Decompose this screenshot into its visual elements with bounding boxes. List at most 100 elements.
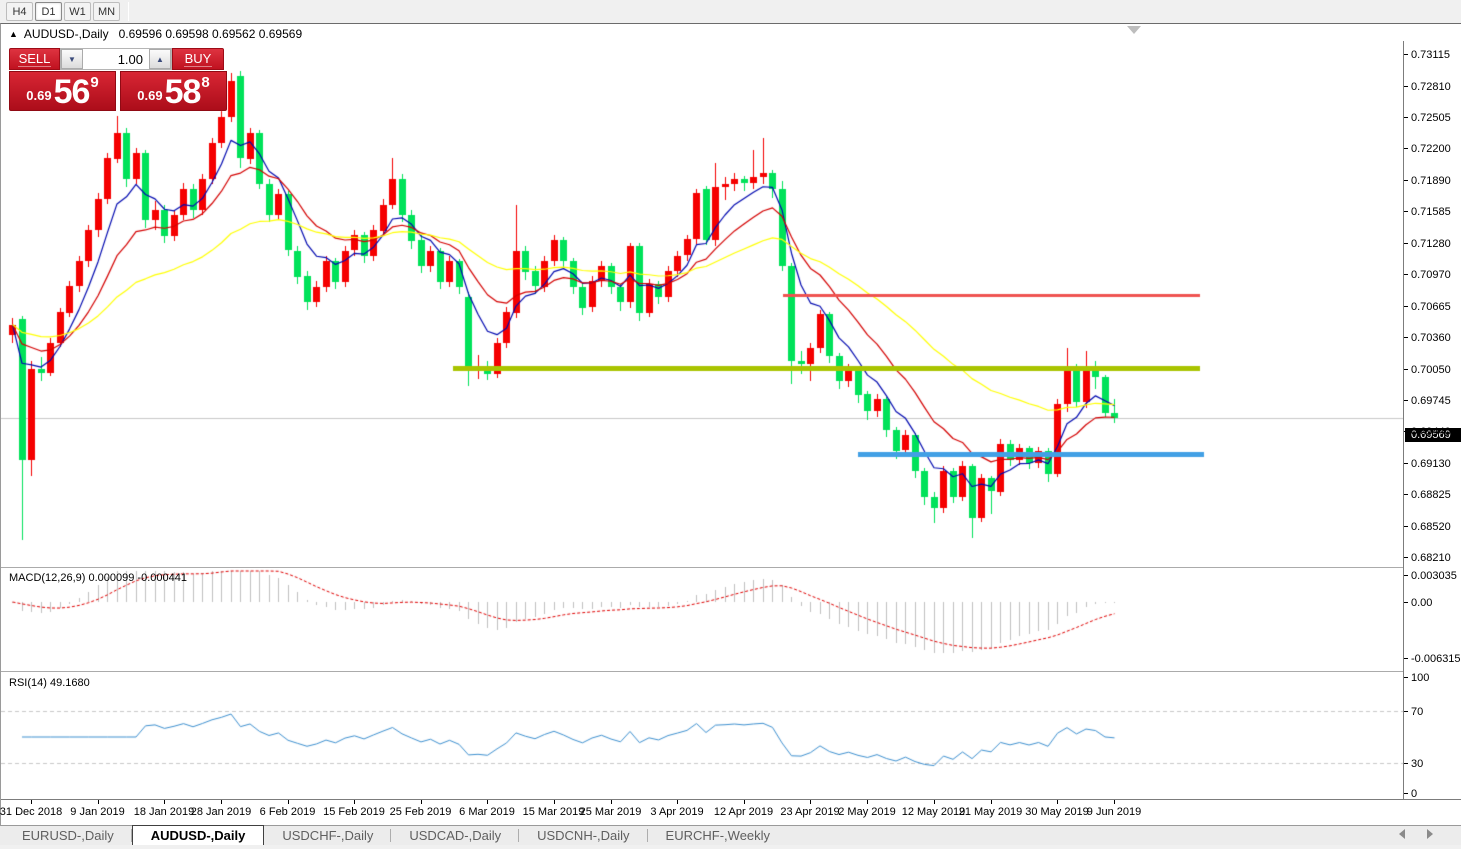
tab-usdcnh[interactable]: USDCNH-,Daily bbox=[519, 826, 647, 845]
date-tick bbox=[611, 800, 612, 804]
price-axis-label: 0.68210 bbox=[1404, 552, 1451, 564]
tab-usdchf[interactable]: USDCHF-,Daily bbox=[264, 826, 391, 845]
macd-axis-label: -0.006315 bbox=[1404, 653, 1461, 665]
price-axis-label: 0.72505 bbox=[1404, 112, 1451, 124]
date-tick bbox=[810, 800, 811, 804]
toolbar-separator bbox=[128, 2, 129, 21]
date-axis-label: 31 Dec 2018 bbox=[0, 806, 62, 818]
date-tick bbox=[991, 800, 992, 804]
sell-price-pip: 9 bbox=[90, 74, 98, 91]
chart-shift-marker-icon bbox=[1127, 26, 1141, 34]
date-axis-label: 25 Mar 2019 bbox=[580, 806, 642, 818]
date-tick bbox=[31, 800, 32, 804]
date-axis-label: 23 Apr 2019 bbox=[780, 806, 839, 818]
sell-price-big: 56 bbox=[54, 77, 90, 107]
rsi-axis-label: 70 bbox=[1404, 706, 1423, 718]
chart-ohlc-quote: 0.69596 0.69598 0.69562 0.69569 bbox=[119, 27, 303, 41]
macd-axis-label: 0.00 bbox=[1404, 597, 1432, 609]
tab-eurchf[interactable]: EURCHF-,Weekly bbox=[648, 826, 789, 845]
macd-indicator-label: MACD(12,26,9) 0.000099 -0.000441 bbox=[9, 572, 187, 584]
date-tick bbox=[354, 800, 355, 804]
tab-scroll-right-icon[interactable] bbox=[1427, 829, 1433, 839]
macd-panel-divider[interactable] bbox=[1, 567, 1461, 569]
buy-button[interactable]: BUY bbox=[172, 48, 224, 70]
one-click-trading-panel: SELL ▼ 1.00 ▲ BUY 0.69 56 9 0.69 58 8 bbox=[9, 48, 227, 111]
sell-price-small: 0.69 bbox=[26, 88, 51, 103]
chart-symbol-title: AUDUSD-,Daily bbox=[24, 27, 109, 41]
date-axis-label: 18 Jan 2019 bbox=[134, 806, 195, 818]
date-axis: 31 Dec 2018 9 Jan 2019 18 Jan 201928 Jan 2… bbox=[1, 800, 1461, 826]
volume-increase-icon[interactable]: ▲ bbox=[149, 49, 171, 69]
rsi-axis-label: 100 bbox=[1404, 672, 1429, 684]
date-axis-label: 3 Apr 2019 bbox=[650, 806, 703, 818]
price-axis-label: 0.71890 bbox=[1404, 175, 1451, 187]
timeframe-button-h4[interactable]: H4 bbox=[6, 2, 33, 21]
trading-terminal: H4D1W1MN ▲ AUDUSD-,Daily 0.69596 0.69598… bbox=[0, 0, 1461, 849]
date-tick bbox=[288, 800, 289, 804]
buy-price-display[interactable]: 0.69 58 8 bbox=[120, 71, 227, 111]
tab-eurusd[interactable]: EURUSD-,Daily bbox=[4, 826, 132, 845]
date-axis-label: 21 May 2019 bbox=[959, 806, 1023, 818]
date-axis-label: 6 Feb 2019 bbox=[260, 806, 316, 818]
date-axis-label: 15 Feb 2019 bbox=[323, 806, 385, 818]
timeframe-button-mn[interactable]: MN bbox=[93, 2, 120, 21]
rsi-axis-label: 0 bbox=[1404, 788, 1417, 800]
date-axis-label: 9 Jan 2019 bbox=[70, 806, 124, 818]
date-tick bbox=[221, 800, 222, 804]
price-axis-label: 0.70360 bbox=[1404, 332, 1451, 344]
date-axis-label: 6 Mar 2019 bbox=[459, 806, 515, 818]
date-axis-label: 12 May 2019 bbox=[902, 806, 966, 818]
price-axis: 0.69569 0.731150.728100.725050.722000.71… bbox=[1404, 41, 1461, 799]
date-tick bbox=[1114, 800, 1115, 804]
date-tick bbox=[164, 800, 165, 804]
timeframe-toolbar: H4D1W1MN bbox=[0, 0, 1461, 23]
date-tick bbox=[744, 800, 745, 804]
date-axis-label: 25 Feb 2019 bbox=[390, 806, 452, 818]
chart-window: ▲ AUDUSD-,Daily 0.69596 0.69598 0.69562 … bbox=[0, 23, 1461, 825]
date-tick bbox=[867, 800, 868, 804]
price-axis-label: 0.70970 bbox=[1404, 269, 1451, 281]
rsi-value: 49.1680 bbox=[50, 677, 90, 689]
date-axis-label: 28 Jan 2019 bbox=[191, 806, 252, 818]
price-chart-canvas[interactable] bbox=[1, 41, 1403, 799]
price-axis-label: 0.72810 bbox=[1404, 81, 1451, 93]
date-axis-label: 9 Jun 2019 bbox=[1087, 806, 1141, 818]
rsi-panel-divider[interactable] bbox=[1, 671, 1461, 673]
timeframe-button-d1[interactable]: D1 bbox=[35, 2, 62, 21]
tab-audusd[interactable]: AUDUSD-,Daily bbox=[132, 825, 265, 845]
macd-values: 0.000099 -0.000441 bbox=[88, 572, 186, 584]
buy-price-small: 0.69 bbox=[137, 88, 162, 103]
volume-decrease-icon[interactable]: ▼ bbox=[61, 49, 83, 69]
buy-price-big: 58 bbox=[165, 77, 201, 107]
date-axis-label: 2 May 2019 bbox=[838, 806, 895, 818]
tab-scroll-left-icon[interactable] bbox=[1399, 829, 1405, 839]
timeframe-button-w1[interactable]: W1 bbox=[64, 2, 91, 21]
date-tick bbox=[487, 800, 488, 804]
date-axis-label: 30 May 2019 bbox=[1025, 806, 1089, 818]
date-axis-label: 12 Apr 2019 bbox=[714, 806, 773, 818]
price-axis-label: 0.68520 bbox=[1404, 521, 1451, 533]
volume-input[interactable]: 1.00 bbox=[83, 49, 149, 69]
rsi-indicator-label: RSI(14) 49.1680 bbox=[9, 677, 90, 689]
sell-price-display[interactable]: 0.69 56 9 bbox=[9, 71, 116, 111]
sell-button[interactable]: SELL bbox=[9, 48, 60, 70]
status-strip bbox=[0, 845, 1461, 849]
chart-collapse-icon: ▲ bbox=[9, 29, 18, 39]
price-axis-label: 0.71280 bbox=[1404, 238, 1451, 250]
date-tick bbox=[554, 800, 555, 804]
price-axis-label: 0.73115 bbox=[1404, 49, 1450, 61]
volume-stepper: ▼ 1.00 ▲ bbox=[60, 48, 172, 70]
buy-price-pip: 8 bbox=[201, 74, 209, 91]
price-axis-label: 0.69745 bbox=[1404, 395, 1451, 407]
date-axis-label: 15 Mar 2019 bbox=[523, 806, 585, 818]
price-axis-label: 0.69440 bbox=[1404, 426, 1451, 438]
chart-tab-bar: EURUSD-,DailyAUDUSD-,DailyUSDCHF-,DailyU… bbox=[0, 825, 1461, 845]
tab-scroll-nav bbox=[1399, 829, 1433, 839]
price-axis-label: 0.72200 bbox=[1404, 143, 1451, 155]
date-tick bbox=[98, 800, 99, 804]
tab-usdcad[interactable]: USDCAD-,Daily bbox=[391, 826, 519, 845]
date-tick bbox=[934, 800, 935, 804]
chart-title-row: ▲ AUDUSD-,Daily 0.69596 0.69598 0.69562 … bbox=[1, 25, 1461, 42]
date-tick bbox=[677, 800, 678, 804]
date-tick bbox=[421, 800, 422, 804]
